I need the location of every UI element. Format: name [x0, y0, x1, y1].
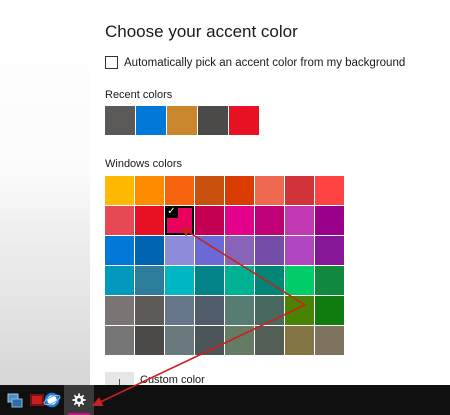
color-swatch[interactable] [315, 326, 344, 355]
recent-color-swatch[interactable] [105, 106, 135, 135]
custom-color-label: Custom color [140, 373, 205, 386]
recent-colors-row [105, 106, 259, 135]
color-swatch[interactable] [105, 236, 134, 265]
auto-pick-label: Automatically pick an accent color from … [124, 56, 406, 69]
color-swatch[interactable] [165, 326, 194, 355]
checkmark-icon: ✓ [165, 206, 178, 218]
page-title: Choose your accent color [105, 22, 298, 41]
color-swatch[interactable] [165, 296, 194, 325]
color-swatch[interactable] [135, 176, 164, 205]
windows-colors-label: Windows colors [105, 158, 183, 170]
recent-color-swatch[interactable] [136, 106, 166, 135]
recent-color-swatch[interactable] [167, 106, 197, 135]
color-swatch[interactable] [255, 266, 284, 295]
recent-colors-label: Recent colors [105, 89, 173, 101]
custom-color-button[interactable]: Custom color [105, 372, 205, 385]
color-swatch[interactable] [285, 236, 314, 265]
color-swatch[interactable] [285, 296, 314, 325]
selected-color-swatch[interactable]: ✓ [165, 206, 194, 235]
color-swatch[interactable] [315, 296, 344, 325]
color-swatch[interactable] [105, 326, 134, 355]
color-swatch[interactable] [135, 266, 164, 295]
color-swatch[interactable] [195, 296, 224, 325]
color-swatch[interactable] [225, 176, 254, 205]
color-swatch[interactable] [225, 206, 254, 235]
color-swatch[interactable] [195, 326, 224, 355]
color-swatch[interactable] [225, 326, 254, 355]
color-swatch[interactable] [285, 266, 314, 295]
color-swatch[interactable] [195, 206, 224, 235]
color-swatch[interactable] [255, 236, 284, 265]
color-swatch[interactable] [165, 236, 194, 265]
color-swatch[interactable] [195, 176, 224, 205]
color-swatch[interactable] [135, 206, 164, 235]
windows-colors-grid: ✓ [105, 176, 344, 355]
desktop-background [0, 0, 90, 385]
color-swatch[interactable] [255, 326, 284, 355]
browser-icon[interactable] [37, 385, 67, 415]
color-swatch[interactable] [105, 176, 134, 205]
color-swatch[interactable] [135, 236, 164, 265]
color-swatch[interactable] [315, 266, 344, 295]
color-swatch[interactable] [165, 266, 194, 295]
color-swatch[interactable] [315, 176, 344, 205]
color-swatch[interactable] [165, 176, 194, 205]
color-swatch[interactable] [315, 206, 344, 235]
color-swatch[interactable] [285, 206, 314, 235]
color-swatch[interactable] [285, 326, 314, 355]
settings-pane: Choose your accent color Automatically p… [90, 0, 450, 385]
color-swatch[interactable] [195, 236, 224, 265]
color-swatch[interactable] [315, 236, 344, 265]
color-swatch[interactable] [255, 206, 284, 235]
auto-pick-option[interactable]: Automatically pick an accent color from … [105, 56, 405, 69]
color-swatch[interactable] [105, 206, 134, 235]
auto-pick-checkbox[interactable] [105, 56, 118, 69]
settings-gear-icon[interactable] [64, 385, 94, 415]
color-swatch[interactable] [105, 296, 134, 325]
color-swatch[interactable] [135, 326, 164, 355]
color-swatch[interactable] [135, 296, 164, 325]
color-swatch[interactable] [105, 266, 134, 295]
plus-icon [105, 372, 134, 385]
taskbar [0, 385, 450, 415]
color-swatch[interactable] [255, 296, 284, 325]
color-swatch[interactable] [255, 176, 284, 205]
color-swatch[interactable] [285, 176, 314, 205]
color-swatch[interactable] [225, 266, 254, 295]
color-swatch[interactable] [195, 266, 224, 295]
recent-color-swatch[interactable] [229, 106, 259, 135]
recent-color-swatch[interactable] [198, 106, 228, 135]
color-swatch[interactable] [225, 296, 254, 325]
color-swatch[interactable] [225, 236, 254, 265]
